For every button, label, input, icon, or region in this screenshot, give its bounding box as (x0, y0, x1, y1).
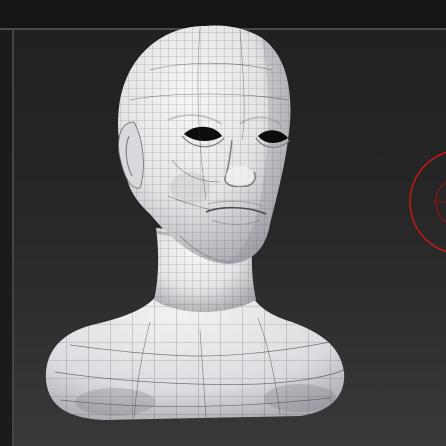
3d-viewport[interactable] (0, 0, 446, 446)
transpose-gizmo[interactable] (0, 0, 446, 446)
